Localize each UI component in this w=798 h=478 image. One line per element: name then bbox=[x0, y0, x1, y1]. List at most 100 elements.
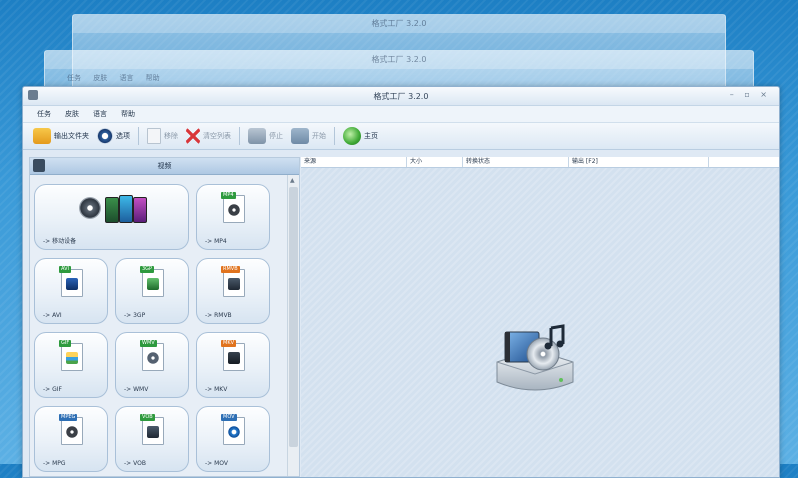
homepage-icon bbox=[343, 127, 361, 145]
folder-icon bbox=[33, 128, 51, 144]
menu-skin[interactable]: 皮肤 bbox=[65, 109, 79, 119]
options-label: 选项 bbox=[116, 132, 130, 140]
menu-task[interactable]: 任务 bbox=[37, 109, 51, 119]
picture-icon bbox=[66, 352, 78, 364]
column-size[interactable]: 大小 bbox=[407, 157, 463, 167]
output-folder-label: 输出文件夹 bbox=[54, 132, 89, 140]
file-icon: 3GP bbox=[140, 266, 164, 297]
start-label: 开始 bbox=[312, 132, 326, 140]
format-label: -> 3GP bbox=[124, 312, 146, 319]
format-label: -> WMV bbox=[124, 386, 149, 393]
stop-button[interactable]: 停止 bbox=[248, 128, 283, 144]
scrollbar-thumb[interactable] bbox=[289, 187, 298, 447]
task-list-panel: 来源 大小 转换状态 输出 [F2] bbox=[301, 157, 779, 477]
file-icon: WMV bbox=[140, 340, 164, 371]
menu-help[interactable]: 帮助 bbox=[121, 109, 135, 119]
phone-icon bbox=[105, 197, 119, 223]
scroll-up-arrow-icon[interactable]: ▲ bbox=[290, 177, 295, 184]
output-folder-button[interactable]: 输出文件夹 bbox=[33, 128, 89, 144]
file-tag: AVI bbox=[59, 266, 71, 273]
file-icon: AVI bbox=[59, 266, 83, 297]
file-icon: RMVB bbox=[221, 266, 245, 297]
format-button-rmvb[interactable]: RMVB -> RMVB bbox=[196, 258, 270, 324]
menu-bar: 任务 皮肤 语言 帮助 bbox=[23, 106, 779, 123]
file-tag: MKV bbox=[221, 340, 237, 347]
film-strip-icon bbox=[228, 278, 240, 290]
format-label: -> MKV bbox=[205, 386, 228, 393]
file-icon: MOV bbox=[221, 414, 245, 445]
film-reel-icon bbox=[228, 204, 240, 216]
window-controls[interactable]: – ▫ × bbox=[730, 90, 771, 99]
format-button-mkv[interactable]: MKV -> MKV bbox=[196, 332, 270, 398]
format-button-mp4[interactable]: MP4 -> MP4 bbox=[196, 184, 270, 250]
file-tag: RMVB bbox=[221, 266, 240, 273]
film-strip-icon bbox=[147, 426, 159, 438]
toolbar-separator bbox=[138, 127, 139, 145]
format-panel-scrollbar[interactable]: ▲ bbox=[287, 175, 299, 476]
format-factory-logo-icon bbox=[496, 324, 574, 391]
toolbar: 输出文件夹 选项 移除 清空列表 停止 开始 主页 bbox=[23, 123, 779, 150]
quicktime-icon bbox=[228, 426, 240, 438]
phone-icon bbox=[133, 197, 147, 223]
film-reel-icon bbox=[79, 197, 101, 219]
format-button-vob[interactable]: VOB -> VOB bbox=[115, 406, 189, 472]
homepage-label: 主页 bbox=[364, 132, 378, 140]
clear-list-button[interactable]: 清空列表 bbox=[186, 128, 231, 144]
file-tag: VOB bbox=[140, 414, 155, 421]
clear-list-icon bbox=[186, 128, 200, 144]
toolbar-separator bbox=[239, 127, 240, 145]
start-button[interactable]: 开始 bbox=[291, 128, 326, 144]
stop-label: 停止 bbox=[269, 132, 283, 140]
task-list-body[interactable] bbox=[301, 168, 779, 477]
remove-icon bbox=[147, 128, 161, 144]
format-button-mpg[interactable]: MPEG -> MPG bbox=[34, 406, 108, 472]
title-bar[interactable]: 格式工厂 3.2.0 – ▫ × bbox=[23, 87, 779, 106]
format-label: -> AVI bbox=[43, 312, 62, 319]
category-header[interactable]: 视频 bbox=[30, 158, 299, 175]
film-strip-icon bbox=[228, 352, 240, 364]
options-icon bbox=[97, 128, 113, 144]
background-window-2-title: 格式工厂 3.2.0 bbox=[371, 55, 427, 64]
format-button-mov[interactable]: MOV -> MOV bbox=[196, 406, 270, 472]
film-reel-icon bbox=[147, 352, 159, 364]
format-label: -> GIF bbox=[43, 386, 62, 393]
format-button-gif[interactable]: GIF -> GIF bbox=[34, 332, 108, 398]
window-title: 格式工厂 3.2.0 bbox=[373, 92, 429, 101]
category-title: 视频 bbox=[157, 162, 172, 170]
options-button[interactable]: 选项 bbox=[97, 128, 130, 144]
film-strip-icon bbox=[66, 278, 78, 290]
start-icon bbox=[291, 128, 309, 144]
background-window-1-title: 格式工厂 3.2.0 bbox=[371, 19, 427, 28]
file-icon: MP4 bbox=[221, 192, 245, 223]
background-window-2-menu: 任务 皮肤 语言 帮助 bbox=[67, 74, 160, 82]
column-output[interactable]: 输出 [F2] bbox=[569, 157, 709, 167]
phone-icon bbox=[119, 195, 133, 223]
file-icon: MPEG bbox=[59, 414, 83, 445]
format-button-avi[interactable]: AVI -> AVI bbox=[34, 258, 108, 324]
homepage-button[interactable]: 主页 bbox=[343, 127, 378, 145]
file-tag: MPEG bbox=[59, 414, 78, 421]
format-button-3gp[interactable]: 3GP -> 3GP bbox=[115, 258, 189, 324]
column-source[interactable]: 来源 bbox=[301, 157, 407, 167]
file-tag: GIF bbox=[59, 340, 72, 347]
format-label: -> 移动设备 bbox=[43, 238, 77, 245]
format-label: -> MP4 bbox=[205, 238, 227, 245]
format-button-wmv[interactable]: WMV -> WMV bbox=[115, 332, 189, 398]
format-panel: 视频 -> 移动设备 MP4 -> MP4 AVI -> AVI 3GP -> … bbox=[29, 157, 300, 477]
file-tag: 3GP bbox=[140, 266, 155, 273]
column-status[interactable]: 转换状态 bbox=[463, 157, 569, 167]
main-window: 格式工厂 3.2.0 – ▫ × 任务 皮肤 语言 帮助 输出文件夹 选项 移除… bbox=[22, 86, 780, 478]
menu-language[interactable]: 语言 bbox=[93, 109, 107, 119]
file-tag: MOV bbox=[221, 414, 237, 421]
toolbar-separator bbox=[334, 127, 335, 145]
file-tag: MP4 bbox=[221, 192, 236, 199]
column-filler bbox=[709, 157, 779, 167]
stop-icon bbox=[248, 128, 266, 144]
file-icon: MKV bbox=[221, 340, 245, 371]
file-tag: WMV bbox=[140, 340, 157, 347]
clear-list-label: 清空列表 bbox=[203, 132, 231, 140]
remove-button[interactable]: 移除 bbox=[147, 128, 178, 144]
format-label: -> RMVB bbox=[205, 312, 232, 319]
format-button-mobile[interactable]: -> 移动设备 bbox=[34, 184, 189, 250]
phone-icon bbox=[147, 278, 159, 290]
